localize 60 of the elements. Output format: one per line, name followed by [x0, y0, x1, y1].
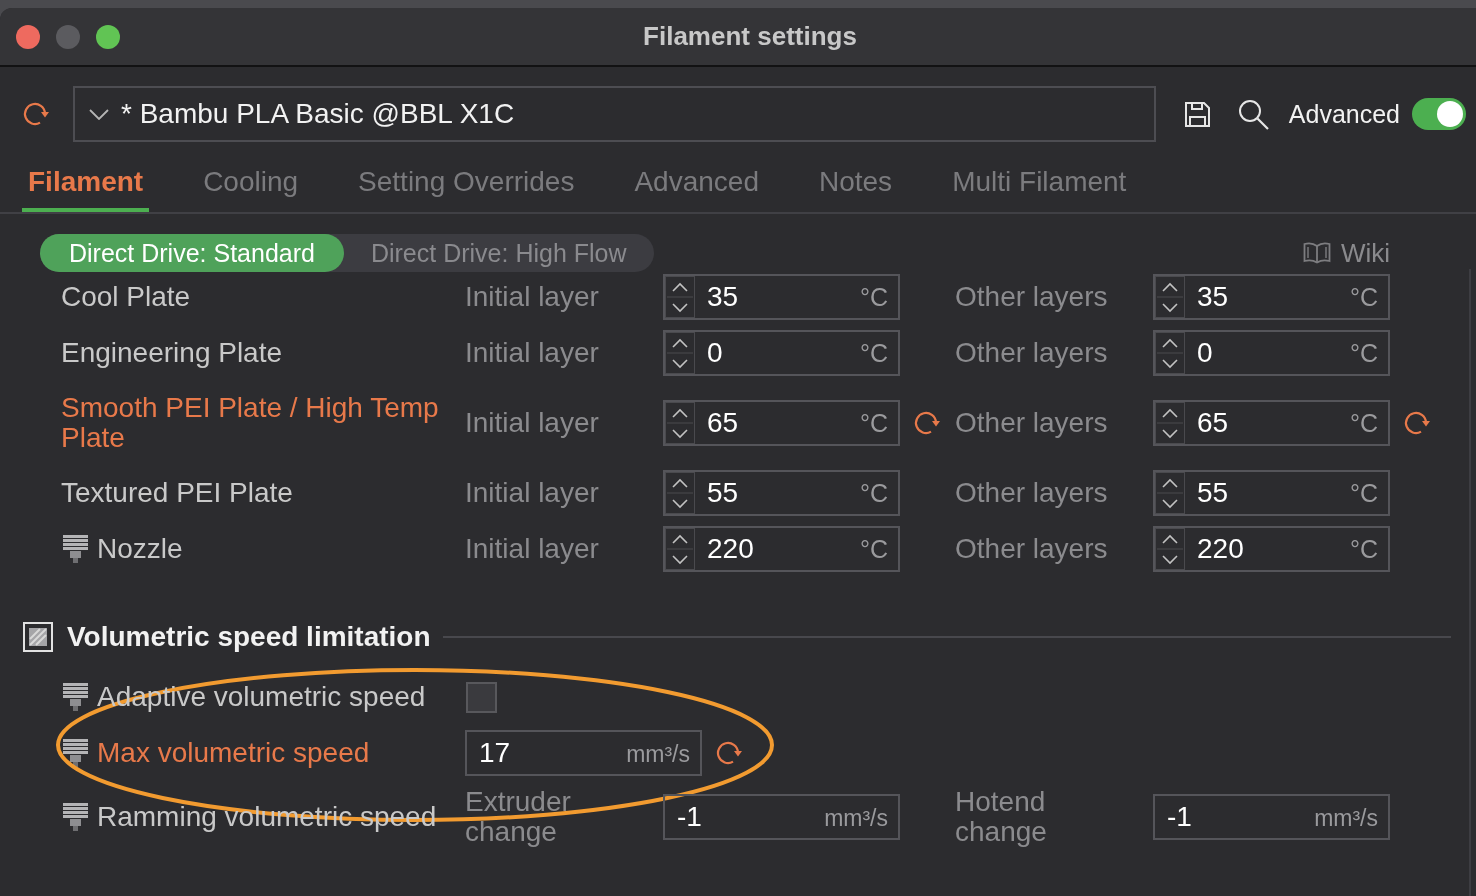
field-caption: Other layers: [955, 408, 1108, 438]
setting-label: Textured PEI Plate: [61, 478, 293, 508]
advanced-label: Advanced: [1288, 99, 1400, 129]
advanced-toggle[interactable]: [1412, 98, 1466, 130]
setting-label: Max volumetric speed: [97, 738, 370, 768]
number-input[interactable]: 65 °C: [1153, 400, 1390, 446]
chevron-down-icon: [89, 108, 109, 120]
reset-icon[interactable]: [913, 409, 941, 437]
tab[interactable]: Filament: [22, 160, 150, 212]
field-caption: Initial layer: [465, 338, 599, 368]
hatched-square-icon: [23, 622, 53, 652]
stepper-arrows-icon[interactable]: [665, 332, 695, 374]
stepper-arrows-icon[interactable]: [1155, 402, 1185, 444]
preset-dropdown[interactable]: * Bambu PLA Basic @BBL X1C: [73, 86, 1156, 142]
number-input[interactable]: 55 °C: [1153, 470, 1390, 516]
number-input[interactable]: 55 °C: [663, 470, 900, 516]
field-caption: Other layers: [955, 534, 1108, 564]
field-caption: Initial layer: [465, 534, 599, 564]
field-caption: Initial layer: [465, 478, 599, 508]
number-input[interactable]: -1 mm³/s: [663, 794, 900, 840]
number-input[interactable]: 220 °C: [663, 526, 900, 572]
field-caption: Hotend change: [955, 787, 1048, 847]
window-title: Filament settings: [643, 21, 857, 52]
field-caption: Extruder change: [465, 787, 572, 847]
close-button[interactable]: [16, 24, 40, 49]
number-input[interactable]: 35 °C: [663, 274, 900, 320]
field-caption: Other layers: [955, 282, 1108, 312]
stepper-arrows-icon[interactable]: [1155, 276, 1185, 318]
reset-icon[interactable]: [715, 739, 743, 767]
search-icon[interactable]: [1237, 98, 1269, 130]
setting-label: Cool Plate: [61, 282, 191, 312]
stepper-arrows-icon[interactable]: [1155, 332, 1185, 374]
stepper-arrows-icon[interactable]: [1155, 528, 1185, 570]
field-caption: Initial layer: [465, 282, 599, 312]
number-input[interactable]: 35 °C: [1153, 274, 1390, 320]
wiki-link[interactable]: Wiki: [1302, 237, 1390, 269]
number-input[interactable]: 220 °C: [1153, 526, 1390, 572]
stepper-arrows-icon[interactable]: [1155, 472, 1185, 514]
stepper-arrows-icon[interactable]: [665, 276, 695, 318]
book-icon: [1302, 242, 1331, 264]
setting-label: Nozzle: [97, 534, 183, 564]
stepper-arrows-icon[interactable]: [665, 472, 695, 514]
stepper-arrows-icon[interactable]: [665, 528, 695, 570]
setting-label: Engineering Plate: [61, 338, 283, 368]
number-input[interactable]: 65 °C: [663, 400, 900, 446]
field-caption: Initial layer: [465, 408, 599, 438]
number-input[interactable]: 17 mm³/s: [465, 730, 702, 776]
save-icon[interactable]: [1183, 100, 1211, 128]
checkbox[interactable]: [466, 681, 497, 713]
stepper-arrows-icon[interactable]: [665, 402, 695, 444]
field-caption: Other layers: [955, 478, 1108, 508]
number-input[interactable]: 0 °C: [1153, 330, 1390, 376]
number-input[interactable]: 0 °C: [663, 330, 900, 376]
number-input[interactable]: -1 mm³/s: [1153, 794, 1390, 840]
field-caption: Other layers: [955, 338, 1108, 368]
zoom-button[interactable]: [96, 24, 120, 49]
setting-label: Smooth PEI Plate / High Temp Plate: [61, 393, 440, 453]
section-title: Volumetric speed limitation: [67, 621, 431, 653]
reset-icon[interactable]: [1403, 409, 1431, 437]
reset-icon[interactable]: [22, 100, 50, 128]
